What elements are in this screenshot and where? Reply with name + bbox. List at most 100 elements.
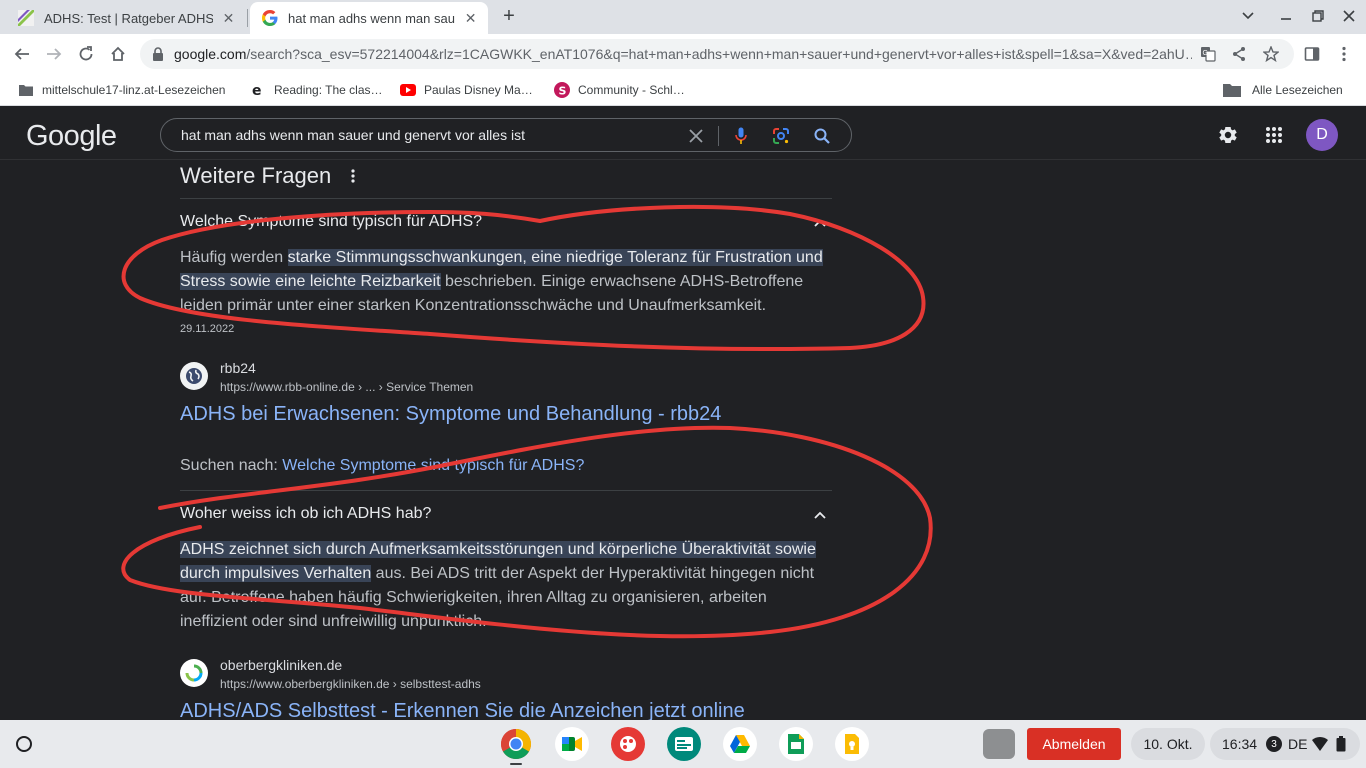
source-name: rbb24: [220, 360, 256, 376]
active-app-indicator: [510, 763, 522, 765]
bookmark-item[interactable]: e Reading: The clas…: [250, 81, 383, 99]
search-query[interactable]: hat man adhs wenn man sauer und genervt …: [181, 127, 525, 143]
clock-time: 16:34: [1222, 736, 1258, 752]
notification-count: 3: [1266, 736, 1282, 752]
globe-icon: [180, 362, 208, 390]
answer-date: 29.11.2022: [180, 323, 235, 335]
bookmark-item[interactable]: mittelschule17-linz.at-Lesezeichen: [18, 81, 225, 99]
search-magnifier-icon[interactable]: [813, 127, 831, 145]
divider: [180, 198, 832, 199]
folder-icon: [1222, 82, 1242, 98]
lens-camera-icon[interactable]: [772, 127, 790, 145]
close-window-icon[interactable]: [1338, 5, 1360, 27]
tab-strip: ADHS: Test | Ratgeber ADHS ✕ hat man adh…: [0, 0, 1366, 34]
classroom-icon[interactable]: [667, 727, 701, 761]
url-host: google.com: [174, 46, 247, 62]
microphone-icon[interactable]: [732, 127, 750, 145]
address-bar[interactable]: google.com/search?sca_esv=572214004&rlz=…: [140, 39, 1294, 69]
bookmark-label: Reading: The clas…: [274, 83, 383, 97]
source-url: https://www.oberbergkliniken.de › selbst…: [220, 677, 481, 691]
keep-icon[interactable]: [835, 727, 869, 761]
tab-separator: [247, 9, 248, 27]
oberberg-logo-icon: [180, 659, 208, 687]
chrome-icon[interactable]: [499, 727, 533, 761]
bookmark-label: Paulas Disney Ma…: [424, 83, 533, 97]
bookmark-label: mittelschule17-linz.at-Lesezeichen: [42, 83, 226, 97]
launcher-icon[interactable]: [12, 732, 36, 756]
chevron-up-icon[interactable]: [810, 213, 830, 233]
new-tab-plus-icon[interactable]: +: [498, 5, 520, 27]
back-arrow-icon[interactable]: [8, 40, 36, 68]
people-also-ask-title: Weitere Fragen: [180, 163, 332, 188]
holding-space-thumbnail[interactable]: [983, 729, 1015, 759]
all-bookmarks-item[interactable]: Alle Lesezeichen: [1222, 81, 1343, 99]
wifi-icon: [1312, 736, 1328, 751]
canvas-icon[interactable]: [611, 727, 645, 761]
calendar-date[interactable]: 10. Okt.: [1131, 728, 1205, 760]
input-language: DE: [1288, 736, 1308, 752]
search-for-link[interactable]: Welche Symptome sind typisch für ADHS?: [282, 457, 584, 474]
tab-search-chevron-icon[interactable]: [1237, 5, 1259, 27]
bookmark-item[interactable]: S Community - Schl…: [554, 81, 685, 99]
drive-icon[interactable]: [723, 727, 757, 761]
search-divider: [718, 126, 719, 146]
e-icon: e: [250, 82, 266, 98]
slides-icon[interactable]: [779, 727, 813, 761]
clear-search-icon[interactable]: [687, 127, 705, 145]
share-icon[interactable]: [1231, 46, 1247, 62]
account-avatar[interactable]: D: [1306, 119, 1338, 151]
bookmark-star-icon[interactable]: [1263, 46, 1279, 62]
apps-grid-icon[interactable]: [1262, 123, 1286, 147]
more-options-icon[interactable]: [345, 168, 361, 184]
svg-text:G: G: [1203, 50, 1208, 57]
youtube-icon: [400, 82, 416, 98]
ratgeber-favicon-icon: [18, 10, 34, 26]
result-link[interactable]: ADHS/ADS Selbsttest - Erkennen Sie die A…: [180, 700, 745, 720]
source-url: https://www.rbb-online.de › ... › Servic…: [220, 380, 474, 394]
question-2[interactable]: Woher weiss ich ob ich ADHS hab?: [180, 505, 431, 523]
tab-adhs-test[interactable]: ADHS: Test | Ratgeber ADHS ✕: [6, 2, 246, 34]
close-tab-icon[interactable]: ✕: [463, 10, 478, 26]
folder-icon: [18, 82, 34, 98]
answer-2: ADHS zeichnet sich durch Aufmerksamkeits…: [180, 538, 832, 634]
close-tab-icon[interactable]: ✕: [221, 10, 236, 26]
url-text: google.com/search?sca_esv=572214004&rlz=…: [174, 46, 1192, 62]
lock-icon: [152, 47, 166, 61]
meet-icon[interactable]: [555, 727, 589, 761]
tab-title: hat man adhs wenn man sauer und genervt: [288, 10, 455, 26]
translate-icon[interactable]: G: [1200, 46, 1216, 62]
source-name: oberbergkliniken.de: [220, 657, 343, 673]
url-path: /search?sca_esv=572214004&rlz=1CAGWKK_en…: [246, 46, 1192, 62]
google-favicon-icon: [262, 10, 278, 26]
reload-icon[interactable]: [72, 40, 100, 68]
minimize-icon[interactable]: [1275, 5, 1297, 27]
tab-google-search[interactable]: hat man adhs wenn man sauer und genervt …: [250, 2, 488, 34]
result-link[interactable]: ADHS bei Erwachsenen: Symptome und Behan…: [180, 403, 721, 426]
results-area: Weitere Fragen Welche Symptome sind typi…: [0, 161, 1366, 720]
tab-title: ADHS: Test | Ratgeber ADHS: [44, 10, 213, 26]
s-icon: S: [554, 82, 570, 98]
sign-out-button[interactable]: Abmelden: [1027, 728, 1121, 760]
search-for-label: Suchen nach:: [180, 457, 283, 474]
status-area[interactable]: 16:34 3 DE: [1210, 728, 1360, 760]
divider: [180, 490, 832, 491]
svg-text:S: S: [559, 85, 567, 98]
settings-gear-icon[interactable]: [1216, 123, 1240, 147]
search-for-line: Suchen nach: Welche Symptome sind typisc…: [180, 457, 584, 475]
more-menu-icon[interactable]: [1330, 40, 1358, 68]
browser-toolbar: google.com/search?sca_esv=572214004&rlz=…: [0, 34, 1366, 74]
question-1[interactable]: Welche Symptome sind typisch für ADHS?: [180, 213, 482, 231]
chevron-up-icon[interactable]: [810, 505, 830, 525]
bookmarks-bar: mittelschule17-linz.at-Lesezeichen e Rea…: [0, 74, 1366, 106]
svg-text:e: e: [252, 83, 262, 98]
home-icon[interactable]: [104, 40, 132, 68]
answer-1: Häufig werden starke Stimmungsschwankung…: [180, 246, 832, 318]
forward-arrow-icon[interactable]: [40, 40, 68, 68]
bookmark-item[interactable]: Paulas Disney Ma…: [400, 81, 533, 99]
side-panel-icon[interactable]: [1298, 40, 1326, 68]
bookmark-label: Community - Schl…: [578, 83, 685, 97]
answer-text: Häufig werden: [180, 249, 288, 266]
restore-icon[interactable]: [1307, 5, 1329, 27]
google-logo[interactable]: Google: [26, 120, 117, 153]
search-box[interactable]: hat man adhs wenn man sauer und genervt …: [160, 118, 852, 152]
